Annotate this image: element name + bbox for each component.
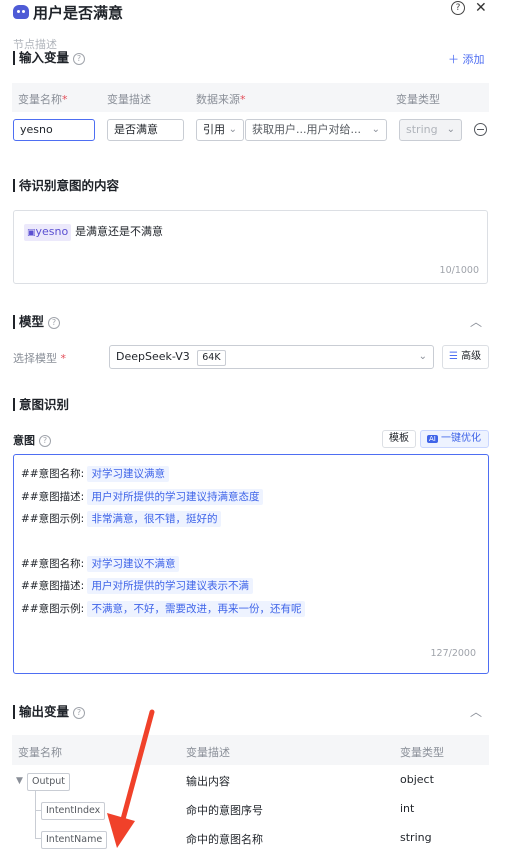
var-type-select[interactable]: string ⌄ (399, 119, 462, 141)
caret-down-icon[interactable]: ▼ (16, 776, 23, 786)
intent-line: ##意图描述: 用户对所提供的学习建议表示不满 (21, 575, 305, 598)
input-section-title: 输入变量? (13, 51, 86, 65)
col-type: 变量类型 (400, 746, 444, 759)
model-name: DeepSeek-V3 (116, 350, 190, 363)
intent-line: ##意图示例: 非常满意，很不错，挺好的 (21, 508, 305, 531)
intent-section-title: 意图识别 (13, 398, 69, 411)
node-title[interactable]: 用户是否满意 (33, 2, 123, 23)
variable-icon: ▣ (27, 228, 36, 238)
source-mode-select[interactable]: 引用 ⌄ (196, 119, 244, 141)
ai-icon: AI (427, 435, 438, 443)
output-var-type: string (400, 831, 432, 844)
node-header: 用户是否满意 (13, 2, 123, 22)
col-type: 变量类型 (396, 93, 440, 106)
output-var-desc: 命中的意图名称 (186, 833, 263, 846)
chevron-down-icon: ⌄ (371, 124, 380, 135)
advanced-button[interactable]: ☰ 高级 (442, 345, 489, 369)
context-badge: 64K (197, 350, 226, 366)
question-icon: ? (73, 52, 86, 65)
close-icon[interactable]: ✕ (475, 0, 487, 16)
variable-tag: ▣yesno (24, 224, 72, 241)
model-select[interactable]: DeepSeek-V3 64K ⌄ (109, 345, 434, 369)
output-var-name: Output (27, 773, 70, 791)
output-section-title: 输出变量? (13, 705, 86, 719)
intent-counter: 127/2000 (430, 648, 476, 659)
robot-icon (13, 5, 29, 19)
var-description-input[interactable]: 是否满意 (107, 119, 184, 141)
select-model-label: 选择模型 * (13, 352, 66, 365)
source-reference-select[interactable]: 获取用户...用户对给... ⌄ (245, 119, 387, 141)
output-var-desc: 输出内容 (186, 775, 230, 788)
question-icon: ? (48, 316, 61, 329)
intent-line: ##意图名称: 对学习建议不满意 (21, 553, 305, 576)
intent-line: ##意图描述: 用户对所提供的学习建议持满意态度 (21, 486, 305, 509)
col-name: 变量名称 (18, 746, 62, 759)
col-description: 变量描述 (186, 746, 230, 759)
optimize-button[interactable]: AI 一键优化 (420, 430, 489, 448)
query-editor[interactable]: ▣yesno 是满意还是不满意 10/1000 (13, 210, 488, 284)
chevron-down-icon: ⌄ (446, 124, 455, 135)
question-circle-icon[interactable]: ? (451, 1, 465, 15)
col-name: 变量名称* (18, 93, 68, 106)
chevron-down-icon: ⌄ (418, 351, 427, 362)
sliders-icon: ☰ (449, 351, 458, 362)
plus-icon: ＋ (448, 53, 463, 66)
intent-editor[interactable]: ##意图名称: 对学习建议满意 ##意图描述: 用户对所提供的学习建议持满意态度… (13, 454, 489, 674)
intent-line: ##意图示例: 不满意，不好，需要改进，再来一份，还有呢 (21, 598, 306, 621)
intent-label: 意图? (13, 432, 51, 448)
query-section-title: 待识别意图的内容 (13, 179, 119, 192)
chevron-down-icon: ⌄ (228, 124, 237, 135)
var-name-input[interactable]: yesno (13, 119, 95, 141)
question-icon: ? (39, 435, 51, 447)
collapse-icon[interactable]: ︿ (470, 703, 482, 720)
output-var-type: int (400, 802, 415, 815)
output-var-type: object (400, 773, 434, 786)
collapse-icon[interactable]: ︿ (470, 313, 482, 330)
query-counter: 10/1000 (439, 265, 479, 276)
template-button[interactable]: 模板 (382, 430, 416, 448)
col-source: 数据来源* (196, 93, 246, 106)
model-section-title: 模型? (13, 315, 61, 329)
remove-row-icon[interactable] (474, 123, 487, 136)
question-icon: ? (73, 706, 86, 719)
col-description: 变量描述 (107, 93, 151, 106)
intent-line: ##意图名称: 对学习建议满意 (21, 463, 305, 486)
output-var-desc: 命中的意图序号 (186, 804, 263, 817)
query-text: 是满意还是不满意 (75, 225, 164, 238)
annotation-arrow (107, 709, 155, 848)
add-input-button[interactable]: ＋ 添加 (448, 51, 485, 67)
